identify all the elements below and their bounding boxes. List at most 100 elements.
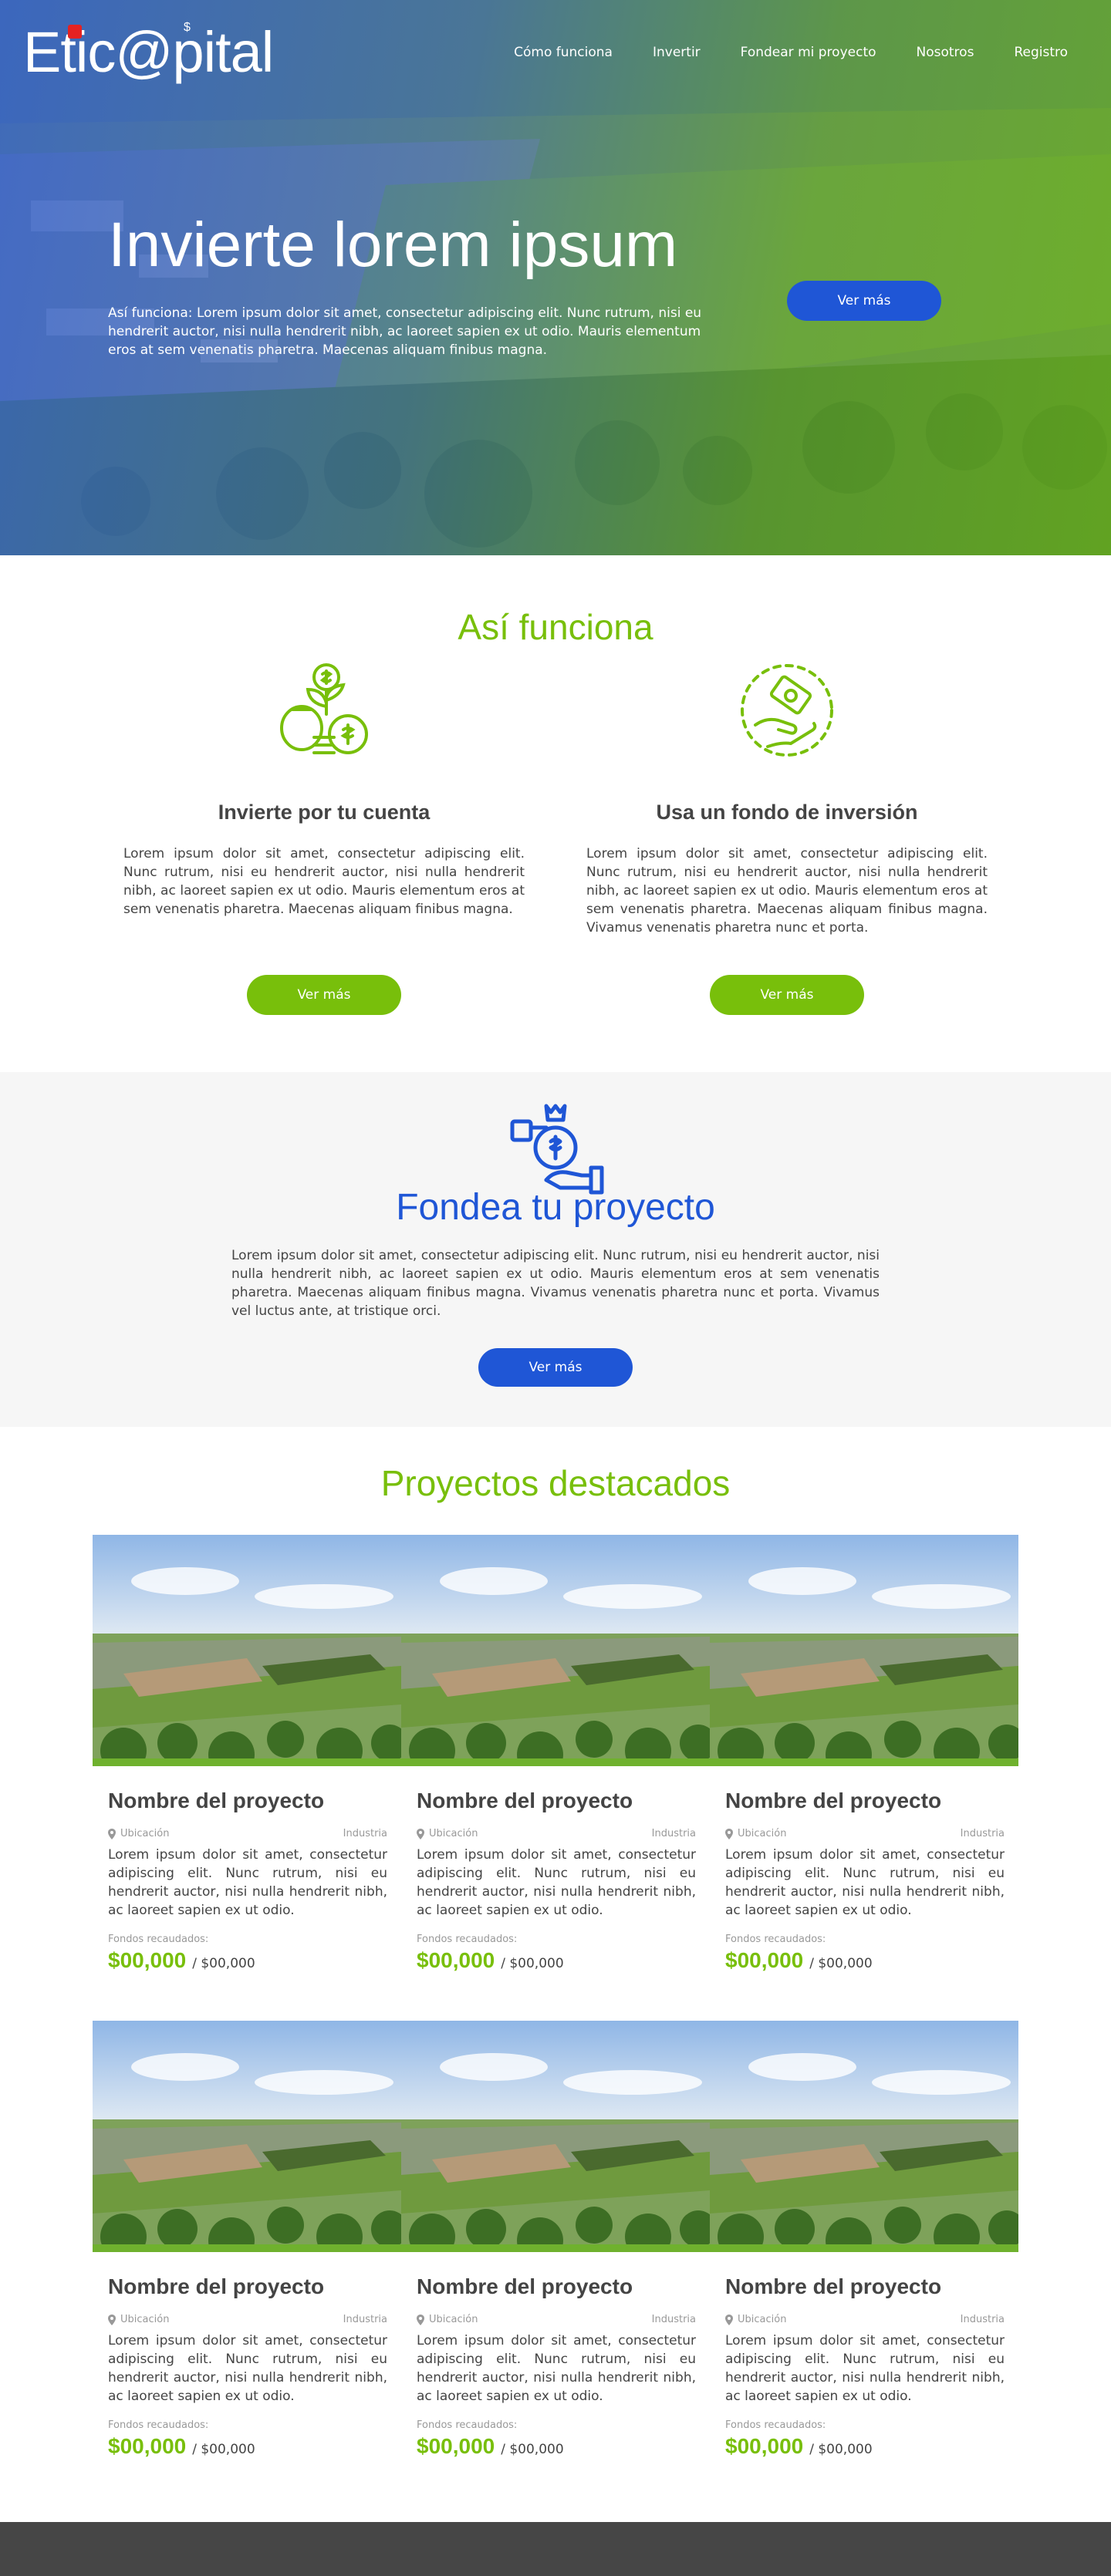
project-description: Lorem ipsum dolor sit amet, consectetur …: [725, 1847, 1005, 1918]
funds-raised: $00,000: [108, 1948, 187, 1972]
project-industry: Industria: [651, 1828, 696, 1839]
funds-raised: $00,000: [417, 1948, 495, 1972]
featured-projects-title: Proyectos destacados: [380, 1463, 731, 1503]
project-name[interactable]: Nombre del proyecto: [725, 1788, 1005, 1814]
location-pin-icon: [108, 2314, 116, 2325]
nav-item-invertir[interactable]: Invertir: [653, 45, 701, 60]
project-location: Ubicación: [108, 2314, 169, 2325]
project-funds: $00,000 / $00,000: [417, 1948, 696, 1973]
project-industry: Industria: [960, 1828, 1005, 1839]
how-column-fund: Usa un fondo de inversión Lorem ipsum do…: [586, 660, 988, 937]
project-meta: Ubicación Industria: [725, 2314, 1005, 2325]
money-bag-hand-icon: [510, 1104, 604, 1195]
project-card-body: Nombre del proyecto Ubicación Industria …: [108, 1788, 387, 1973]
footer: [0, 2522, 1111, 2576]
project-card[interactable]: Nombre del proyecto Ubicación Industria …: [710, 1535, 1018, 1972]
funds-label: Fondos recaudados:: [417, 1934, 518, 1945]
fund-text: Lorem ipsum dolor sit amet, consectetur …: [231, 1248, 880, 1319]
location-pin-icon: [417, 1828, 424, 1839]
project-location: Ubicación: [725, 1828, 786, 1839]
project-location-label: Ubicación: [738, 2314, 787, 2325]
project-funds: $00,000 / $00,000: [417, 2434, 696, 2459]
project-meta: Ubicación Industria: [725, 1828, 1005, 1839]
project-description: Lorem ipsum dolor sit amet, consectetur …: [417, 1847, 696, 1918]
project-card-body: Nombre del proyecto Ubicación Industria …: [417, 2274, 696, 2459]
project-card[interactable]: Nombre del proyecto Ubicación Industria …: [93, 1535, 401, 1972]
project-card[interactable]: Nombre del proyecto Ubicación Industria …: [401, 1535, 710, 1972]
project-image[interactable]: [710, 2021, 1018, 2252]
how-column-text: Lorem ipsum dolor sit amet, consectetur …: [586, 846, 988, 936]
project-name[interactable]: Nombre del proyecto: [108, 1788, 387, 1814]
how-column-text: Lorem ipsum dolor sit amet, consectetur …: [123, 846, 525, 917]
project-location: Ubicación: [725, 2314, 786, 2325]
nav-item-registro[interactable]: Registro: [1014, 45, 1068, 60]
project-image[interactable]: [401, 2021, 710, 2252]
nav-item-como-funciona[interactable]: Cómo funciona: [514, 45, 613, 60]
main-nav: Cómo funciona Invertir Fondear mi proyec…: [514, 45, 1068, 60]
project-meta: Ubicación Industria: [417, 2314, 696, 2325]
project-image[interactable]: [401, 1535, 710, 1766]
project-industry: Industria: [960, 2314, 1005, 2325]
project-funds: $00,000 / $00,000: [725, 2434, 1005, 2459]
funds-label: Fondos recaudados:: [725, 2419, 826, 2431]
project-name[interactable]: Nombre del proyecto: [417, 2274, 696, 2300]
project-location: Ubicación: [417, 1828, 478, 1839]
hero-title: Invierte lorem ipsum: [108, 210, 678, 280]
project-name[interactable]: Nombre del proyecto: [725, 2274, 1005, 2300]
project-industry: Industria: [343, 2314, 387, 2325]
funds-label: Fondos recaudados:: [417, 2419, 518, 2431]
project-industry: Industria: [343, 1828, 387, 1839]
project-image[interactable]: [710, 1535, 1018, 1766]
how-column-heading: Usa un fondo de inversión: [656, 801, 918, 824]
logo-check-icon: [68, 25, 82, 39]
project-meta: Ubicación Industria: [108, 1828, 387, 1839]
project-funds: $00,000 / $00,000: [108, 1948, 387, 1973]
funds-label: Fondos recaudados:: [108, 2419, 209, 2431]
project-location-label: Ubicación: [120, 2314, 170, 2325]
nav-item-nosotros[interactable]: Nosotros: [917, 45, 974, 60]
fund-ver-mas-button[interactable]: Ver más: [710, 975, 864, 1015]
project-card-body: Nombre del proyecto Ubicación Industria …: [108, 2274, 387, 2459]
project-location-label: Ubicación: [738, 1828, 787, 1839]
site-logo[interactable]: Etic@pital $: [23, 21, 274, 83]
location-pin-icon: [725, 1828, 733, 1839]
project-industry: Industria: [651, 2314, 696, 2325]
project-funds: $00,000 / $00,000: [108, 2434, 387, 2459]
nav-item-fondear[interactable]: Fondear mi proyecto: [741, 45, 876, 60]
logo-dollar-mark: $: [184, 21, 191, 34]
funds-goal: / $00,000: [192, 1956, 255, 1971]
funds-raised: $00,000: [725, 1948, 804, 1972]
funds-goal: / $00,000: [192, 2442, 255, 2457]
how-it-works-title: Así funciona: [458, 607, 653, 647]
project-location-label: Ubicación: [429, 1828, 478, 1839]
project-card-body: Nombre del proyecto Ubicación Industria …: [725, 2274, 1005, 2459]
fund-project-section: Fondea tu proyecto Lorem ipsum dolor sit…: [0, 1072, 1111, 1427]
how-column-heading: Invierte por tu cuenta: [218, 801, 431, 824]
hero-ver-mas-button[interactable]: Ver más: [787, 281, 941, 321]
funds-goal: / $00,000: [809, 1956, 873, 1971]
project-name[interactable]: Nombre del proyecto: [417, 1788, 696, 1814]
fund-ver-mas-button[interactable]: Ver más: [478, 1348, 633, 1387]
funds-goal: / $00,000: [809, 2442, 873, 2457]
project-image[interactable]: [93, 1535, 401, 1766]
location-pin-icon: [108, 1828, 116, 1839]
project-name[interactable]: Nombre del proyecto: [108, 2274, 387, 2300]
funds-raised: $00,000: [108, 2434, 187, 2458]
project-card[interactable]: Nombre del proyecto Ubicación Industria …: [401, 2021, 710, 2458]
project-description: Lorem ipsum dolor sit amet, consectetur …: [417, 2333, 696, 2404]
project-image[interactable]: [93, 2021, 401, 2252]
location-pin-icon: [417, 2314, 424, 2325]
project-card[interactable]: Nombre del proyecto Ubicación Industria …: [710, 2021, 1018, 2458]
project-card-body: Nombre del proyecto Ubicación Industria …: [725, 1788, 1005, 1973]
project-location-label: Ubicación: [429, 2314, 478, 2325]
funds-raised: $00,000: [417, 2434, 495, 2458]
project-card[interactable]: Nombre del proyecto Ubicación Industria …: [93, 2021, 401, 2458]
project-meta: Ubicación Industria: [417, 1828, 696, 1839]
project-meta: Ubicación Industria: [108, 2314, 387, 2325]
invest-ver-mas-button[interactable]: Ver más: [247, 975, 401, 1015]
project-location-label: Ubicación: [120, 1828, 170, 1839]
project-description: Lorem ipsum dolor sit amet, consectetur …: [108, 1847, 387, 1918]
how-column-invest: Invierte por tu cuenta Lorem ipsum dolor…: [123, 660, 525, 919]
project-location: Ubicación: [108, 1828, 169, 1839]
funds-label: Fondos recaudados:: [725, 1934, 826, 1945]
